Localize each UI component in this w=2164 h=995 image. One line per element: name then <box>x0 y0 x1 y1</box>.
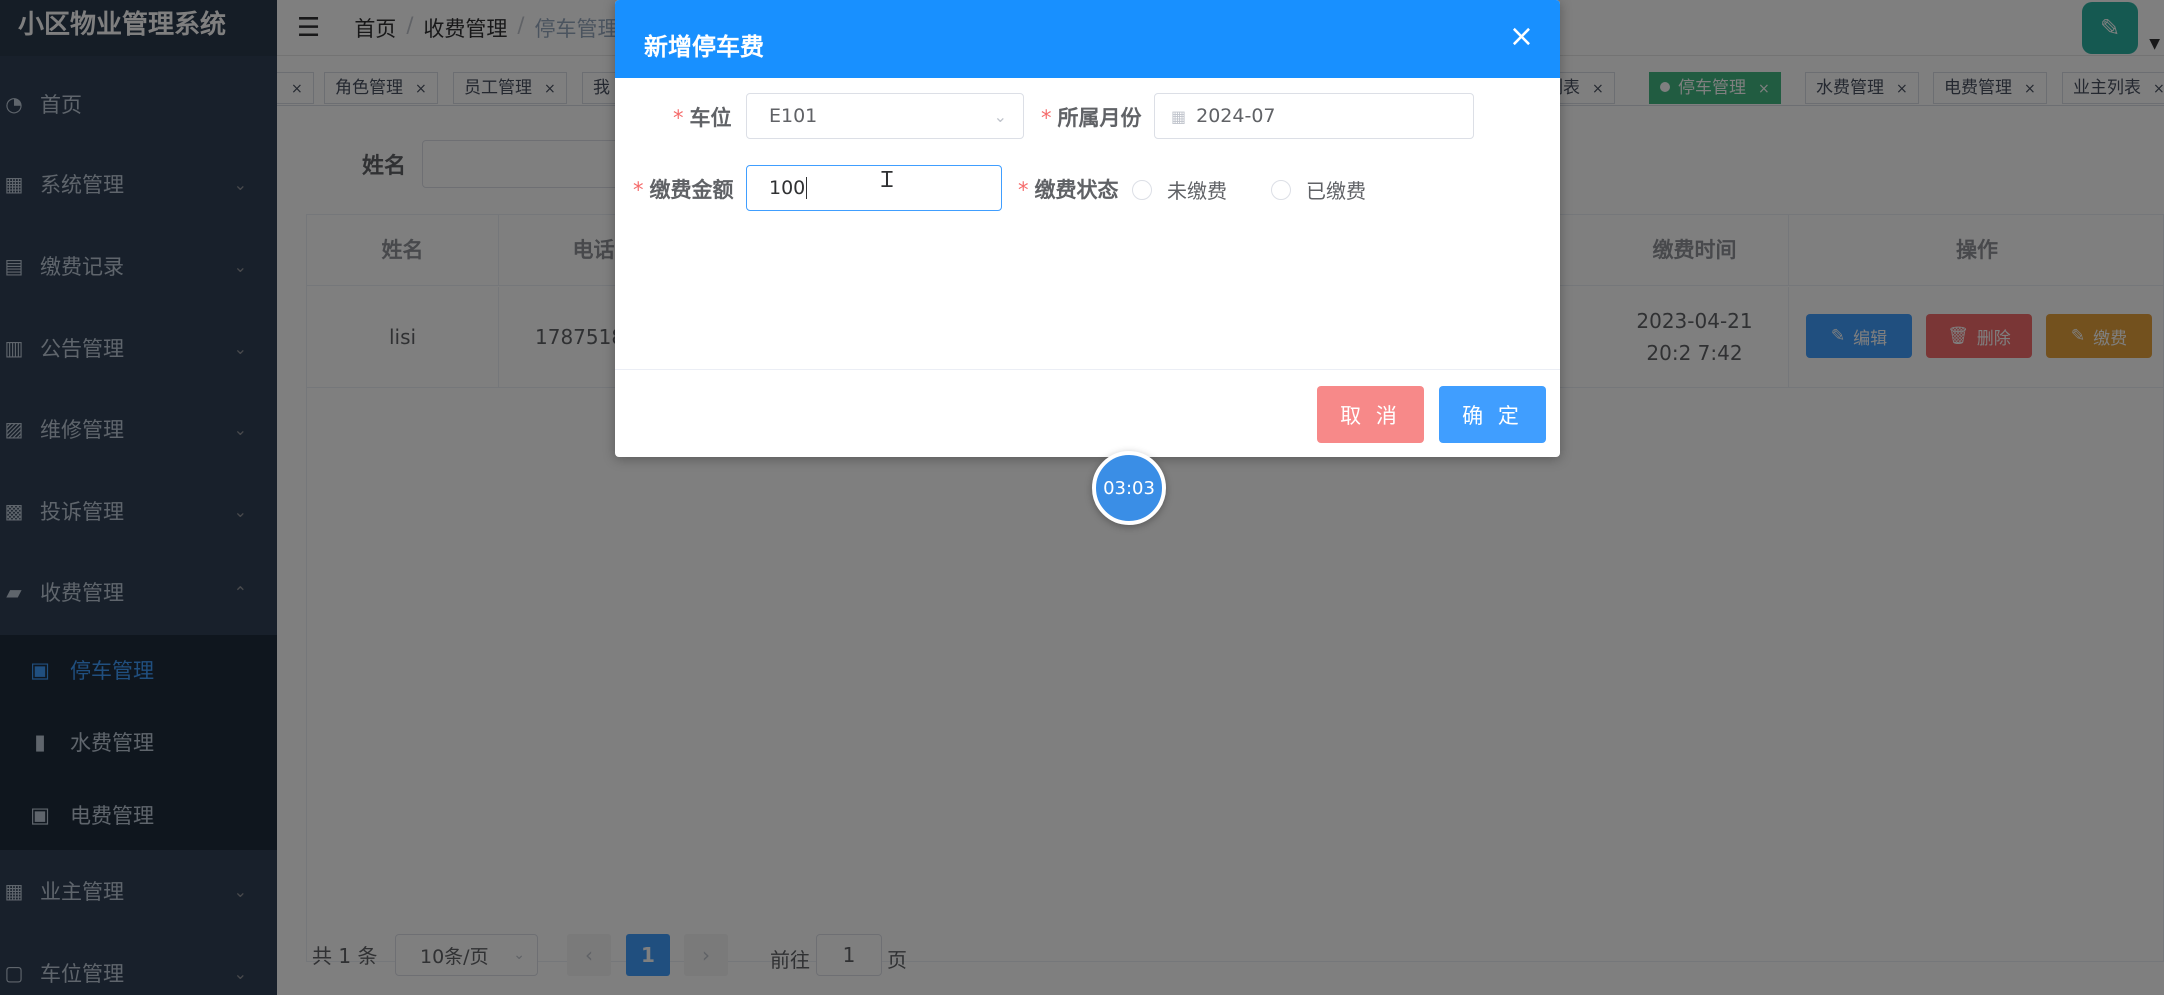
dialog-header: 新增停车费 × <box>615 0 1560 78</box>
month-picker[interactable]: ▦ 2024-07 <box>1154 93 1474 139</box>
month-value: 2024-07 <box>1196 105 1276 127</box>
i-beam-cursor-icon: Ｉ <box>876 168 899 193</box>
amount-label: * 缴费金额 <box>633 174 734 204</box>
radio-circle[interactable] <box>1271 179 1291 200</box>
month-label-text: 所属月份 <box>1057 106 1142 130</box>
payment-status-label: * 缴费状态 <box>1018 174 1119 204</box>
amount-value: 100 <box>769 177 806 199</box>
month-label: * 所属月份 <box>1041 102 1142 132</box>
parking-space-value: E101 <box>769 105 818 127</box>
required-mark: * <box>1041 106 1052 130</box>
cancel-button[interactable]: 取 消 <box>1317 386 1424 443</box>
required-mark: * <box>1018 178 1029 202</box>
amount-label-text: 缴费金额 <box>649 178 734 202</box>
amount-input[interactable]: 100 <box>746 165 1002 211</box>
add-parking-fee-dialog: 新增停车费 × * 车位 E101 ⌄ * 所属月份 ▦ 2024-07 * 缴费金额… <box>615 0 1560 457</box>
confirm-button[interactable]: 确 定 <box>1439 386 1546 443</box>
parking-space-label-text: 车位 <box>689 106 732 130</box>
radio-paid-label: 已缴费 <box>1306 179 1366 203</box>
radio-unpaid[interactable]: 未缴费 <box>1132 175 1227 204</box>
parking-space-label: * 车位 <box>673 102 732 132</box>
calendar-icon: ▦ <box>1171 106 1187 126</box>
chevron-down-icon: ⌄ <box>993 106 1007 126</box>
dialog-footer-divider <box>615 369 1560 370</box>
radio-circle[interactable] <box>1132 179 1152 200</box>
dialog-title: 新增停车费 <box>644 32 764 61</box>
close-icon[interactable]: × <box>1509 22 1534 52</box>
payment-status-label-text: 缴费状态 <box>1034 178 1119 202</box>
parking-space-select[interactable]: E101 ⌄ <box>746 93 1024 139</box>
text-caret <box>806 177 808 199</box>
radio-unpaid-label: 未缴费 <box>1167 179 1227 203</box>
recording-timer[interactable]: 03:03 <box>1092 451 1166 525</box>
required-mark: * <box>633 178 644 202</box>
radio-paid[interactable]: 已缴费 <box>1271 175 1366 204</box>
required-mark: * <box>673 106 684 130</box>
